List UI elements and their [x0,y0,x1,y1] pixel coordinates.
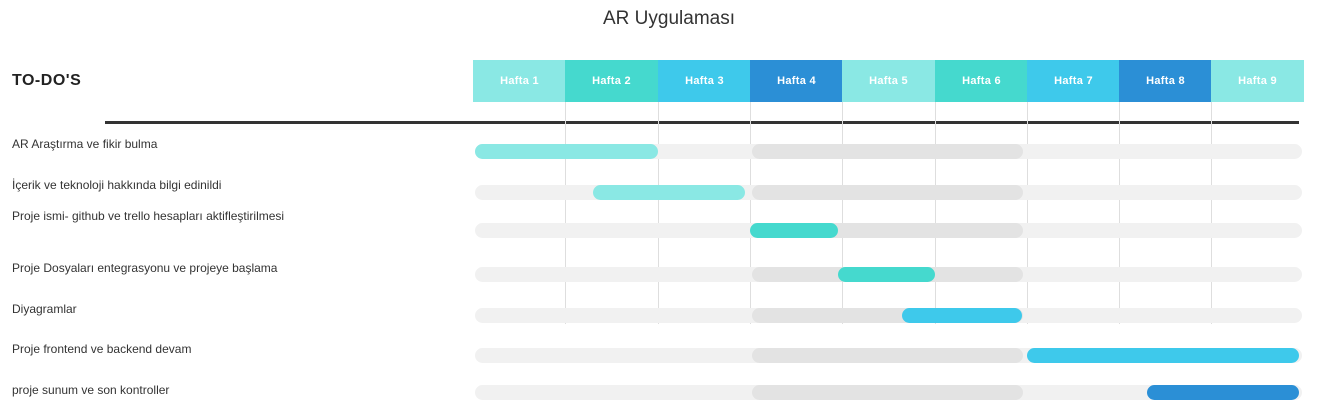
task-label: proje sunum ve son kontroller [12,383,170,397]
week-header: Hafta 7 [1027,60,1120,102]
grid-line [750,102,751,324]
task-bar [902,308,1022,323]
week-header: Hafta 9 [1211,60,1304,102]
task-label: Diyagramlar [12,302,77,316]
grid-line [565,102,566,324]
task-bar [838,267,935,282]
task-label: Proje Dosyaları entegrasyonu ve projeye … [12,261,278,275]
task-bar [593,185,745,200]
grid-line [842,102,843,324]
task-label: Proje frontend ve backend devam [12,342,192,356]
task-label: İçerik ve teknoloji hakkında bilgi edini… [12,178,222,192]
grid-line [658,102,659,324]
grid-line [1211,102,1212,324]
task-label: AR Araştırma ve fikir bulma [12,137,158,151]
chart-title: AR Uygulaması [603,8,735,29]
week-header: Hafta 6 [935,60,1028,102]
row-track-highlight [751,385,1023,400]
task-bar [1027,348,1299,363]
task-bar [475,144,658,159]
task-bar [1147,385,1299,400]
task-bar [750,223,838,238]
task-label: Proje ismi- github ve trello hesapları a… [12,209,285,223]
row-track-highlight [751,348,1023,363]
row-track-highlight [751,185,1023,200]
week-header: Hafta 8 [1119,60,1212,102]
week-header: Hafta 1 [473,60,566,102]
grid-line [935,102,936,324]
grid-line [1119,102,1120,324]
grid-line [1027,102,1028,324]
week-header: Hafta 4 [750,60,843,102]
week-header: Hafta 3 [658,60,751,102]
todo-heading: TO-DO'S [12,72,82,89]
row-track-highlight [751,144,1023,159]
week-header: Hafta 2 [565,60,658,102]
week-header: Hafta 5 [842,60,935,102]
